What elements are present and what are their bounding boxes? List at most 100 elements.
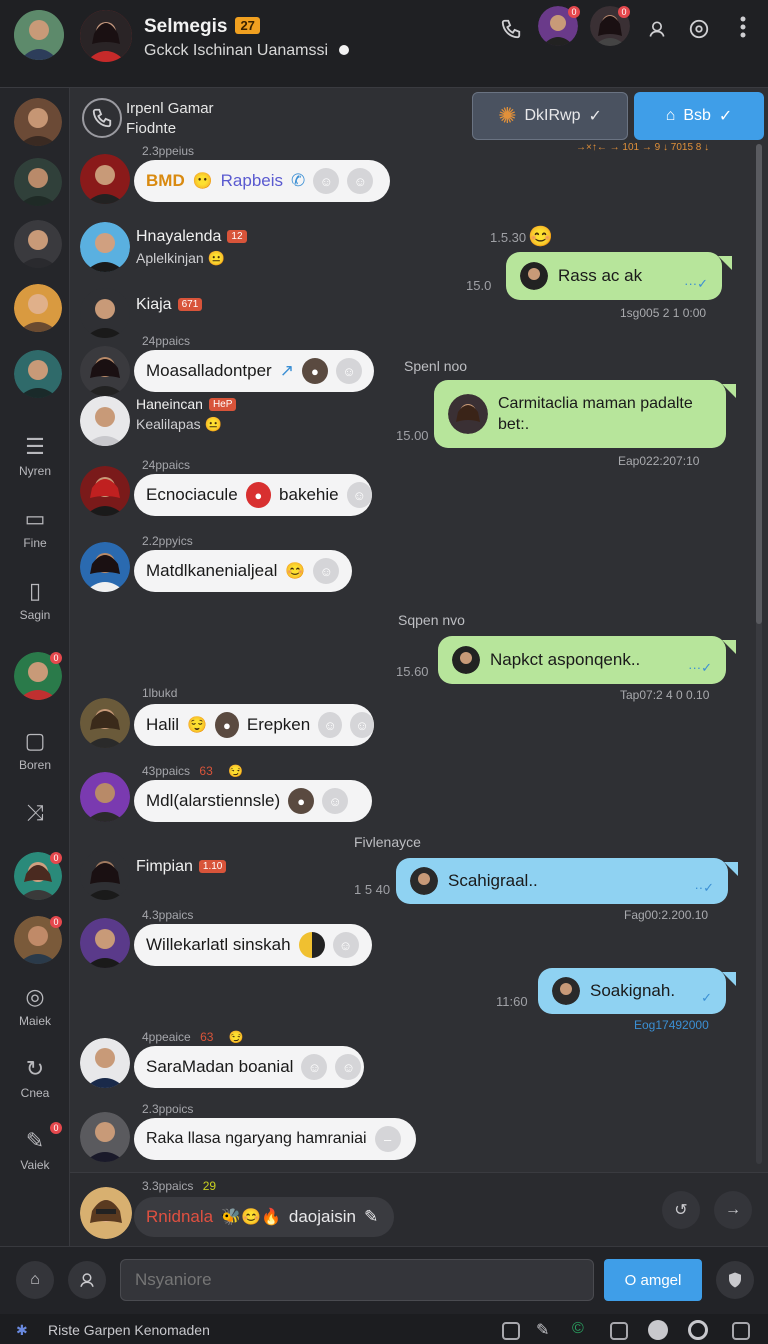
sender-avatar[interactable] <box>80 850 130 900</box>
reaction-icon[interactable]: ☺ <box>301 1054 328 1080</box>
reaction-icon[interactable]: ☺ <box>346 482 372 508</box>
sender-avatar[interactable] <box>80 918 130 968</box>
message-pill[interactable]: Mdl(alarstiennsle) ● ☺ <box>134 780 372 822</box>
sidebar-nav-item[interactable]: ⤨ <box>0 800 70 826</box>
sidebar-contact-avatar[interactable] <box>14 220 62 268</box>
message-pill[interactable]: Moasalladontper ↗ ● ☺ <box>134 350 374 392</box>
outgoing-message[interactable]: Napkct asponqenk.. ···✓ <box>438 636 736 684</box>
reaction-icon[interactable]: ● <box>214 712 239 738</box>
sidebar-contact-avatar[interactable] <box>14 158 62 206</box>
message-pill[interactable]: SaraMadan boanial ☺ ☺ <box>134 1046 364 1088</box>
message-text: Carmitaclia maman padalte bet:. <box>498 395 693 433</box>
save-icon[interactable] <box>610 1322 628 1340</box>
chat-title-text: Selmegis <box>144 16 228 37</box>
sender-avatar[interactable] <box>80 154 130 204</box>
reaction-icon[interactable]: ☺ <box>332 932 359 958</box>
nav-label: Cnea <box>20 1086 50 1100</box>
forward-arrow-icon[interactable]: → <box>714 1191 752 1229</box>
message-pill[interactable]: Willekarlatl sinskah ☺ <box>134 924 372 966</box>
message-pill[interactable]: Raka llasa ngaryang hamraniai – <box>134 1118 416 1160</box>
sidebar-nav-item[interactable]: ▯ Sagin <box>0 578 70 622</box>
top-action-button[interactable]: ✺ DkIRwp ✓ <box>472 92 628 140</box>
message-pill[interactable]: Ecnociacule ● bakehie ☺ <box>134 474 372 516</box>
contact-avatar[interactable] <box>80 10 132 62</box>
sender-avatar[interactable] <box>80 1038 130 1088</box>
sender-avatar[interactable] <box>80 542 130 592</box>
status-dot-icon <box>338 45 349 55</box>
check-icon: ✓ <box>718 108 733 125</box>
reaction-icon[interactable]: ☺ <box>313 558 340 584</box>
message-input[interactable] <box>120 1259 594 1301</box>
sender-avatar[interactable] <box>80 222 130 272</box>
sidebar-nav-item[interactable]: ↻ Cnea <box>0 1056 70 1100</box>
record-icon[interactable] <box>648 1320 668 1340</box>
window-icon[interactable] <box>502 1322 520 1340</box>
external-icon[interactable] <box>732 1322 750 1340</box>
call-icon[interactable] <box>496 14 526 44</box>
copyright-icon[interactable]: © <box>572 1320 584 1338</box>
sidebar-contact-avatar[interactable] <box>14 284 62 332</box>
sidebar-nav-item[interactable]: ▭ Fine <box>0 506 70 550</box>
reaction-icon[interactable]: ☺ <box>350 712 374 738</box>
shuffle-icon: ⤨ <box>26 800 44 825</box>
button-label: DkIRwp <box>524 107 581 124</box>
rotate-icon[interactable]: ↺ <box>662 1191 700 1229</box>
outgoing-message[interactable]: Rass ac ak ···✓ <box>506 252 732 300</box>
user-icon[interactable] <box>68 1261 106 1299</box>
input-bar: ⌂ O amgel <box>0 1246 768 1314</box>
message-avatar <box>552 977 580 1005</box>
my-avatar[interactable] <box>14 10 64 60</box>
pen-icon[interactable]: ✎ <box>536 1320 549 1340</box>
participant-badge: 0 <box>618 6 630 18</box>
status-text: Riste Garpen Kenomaden <box>48 1322 210 1338</box>
sender-avatar[interactable] <box>80 1112 130 1162</box>
sender-avatar[interactable] <box>80 466 130 516</box>
message-text: Rass ac ak <box>558 266 643 285</box>
message-meta: 2.3ppeius <box>142 144 195 158</box>
reaction-icon[interactable] <box>298 932 325 958</box>
reaction-icon[interactable]: ☺ <box>335 1054 362 1080</box>
sidebar-nav-item[interactable]: ◎ Maiek <box>0 984 70 1028</box>
top-primary-button[interactable]: ⌂ Bsb ✓ <box>634 92 764 140</box>
reaction-icon[interactable]: ● <box>288 788 315 814</box>
help-icon[interactable] <box>684 14 714 44</box>
sender-avatar[interactable] <box>80 396 130 446</box>
sidebar-contact-avatar[interactable] <box>14 350 62 398</box>
sidebar-nav-item[interactable]: ▢ Boren <box>0 728 70 772</box>
reaction-icon[interactable]: ☺ <box>322 788 349 814</box>
sidebar-contact-avatar[interactable] <box>14 98 62 146</box>
draft-pill[interactable]: Rnidnala 🐝😊🔥 daojaisin ✎ <box>134 1197 394 1237</box>
reaction-icon[interactable]: – <box>374 1126 401 1152</box>
send-button[interactable]: O amgel <box>604 1259 702 1301</box>
send-label: O amgel <box>624 1271 682 1289</box>
outgoing-message[interactable]: Scahigraal.. ··✓ <box>396 858 738 904</box>
pinned-message[interactable]: Irpenl Gamar Fiodnte <box>78 92 338 148</box>
message-pill[interactable]: BMD 😶 Rapbeis ✆ ☺ ☺ <box>134 160 390 202</box>
more-menu-icon[interactable] <box>728 12 758 42</box>
sender-avatar[interactable] <box>80 698 130 748</box>
reaction-icon[interactable]: ☺ <box>347 168 374 194</box>
message-text: Halil <box>146 715 180 734</box>
circle-icon[interactable] <box>688 1320 708 1340</box>
scrollbar[interactable] <box>756 144 762 1164</box>
draft-avatar[interactable] <box>80 1187 132 1239</box>
scrollbar-thumb[interactable] <box>756 144 762 624</box>
edit-icon[interactable]: ✎ <box>364 1207 378 1227</box>
sender-avatar[interactable] <box>80 772 130 822</box>
sender-avatar[interactable] <box>80 346 130 396</box>
reaction-icon[interactable]: ☺ <box>313 168 340 194</box>
reaction-icon[interactable]: ☺ <box>335 358 362 384</box>
reaction-icon[interactable]: ● <box>245 482 272 508</box>
sidebar-nav-item[interactable]: ✎ Vaiek <box>0 1128 70 1172</box>
message-pill[interactable]: Halil 😌 ● Erepken ☺ ☺ <box>134 704 374 746</box>
reaction-icon[interactable]: ● <box>301 358 328 384</box>
shield-icon[interactable] <box>716 1261 754 1299</box>
reaction-icon[interactable]: ☺ <box>318 712 343 738</box>
profile-icon[interactable] <box>642 14 672 44</box>
outgoing-message[interactable]: Carmitaclia maman padalte bet:. <box>434 380 736 448</box>
message-pill[interactable]: Matdlkanenialjeal 😊 ☺ <box>134 550 352 592</box>
home-icon[interactable]: ⌂ <box>16 1261 54 1299</box>
sender-avatar[interactable] <box>80 288 130 338</box>
outgoing-message[interactable]: Soakignah. ✓ <box>538 968 736 1014</box>
sidebar-nav-item[interactable]: ☰ Nyren <box>0 434 70 478</box>
